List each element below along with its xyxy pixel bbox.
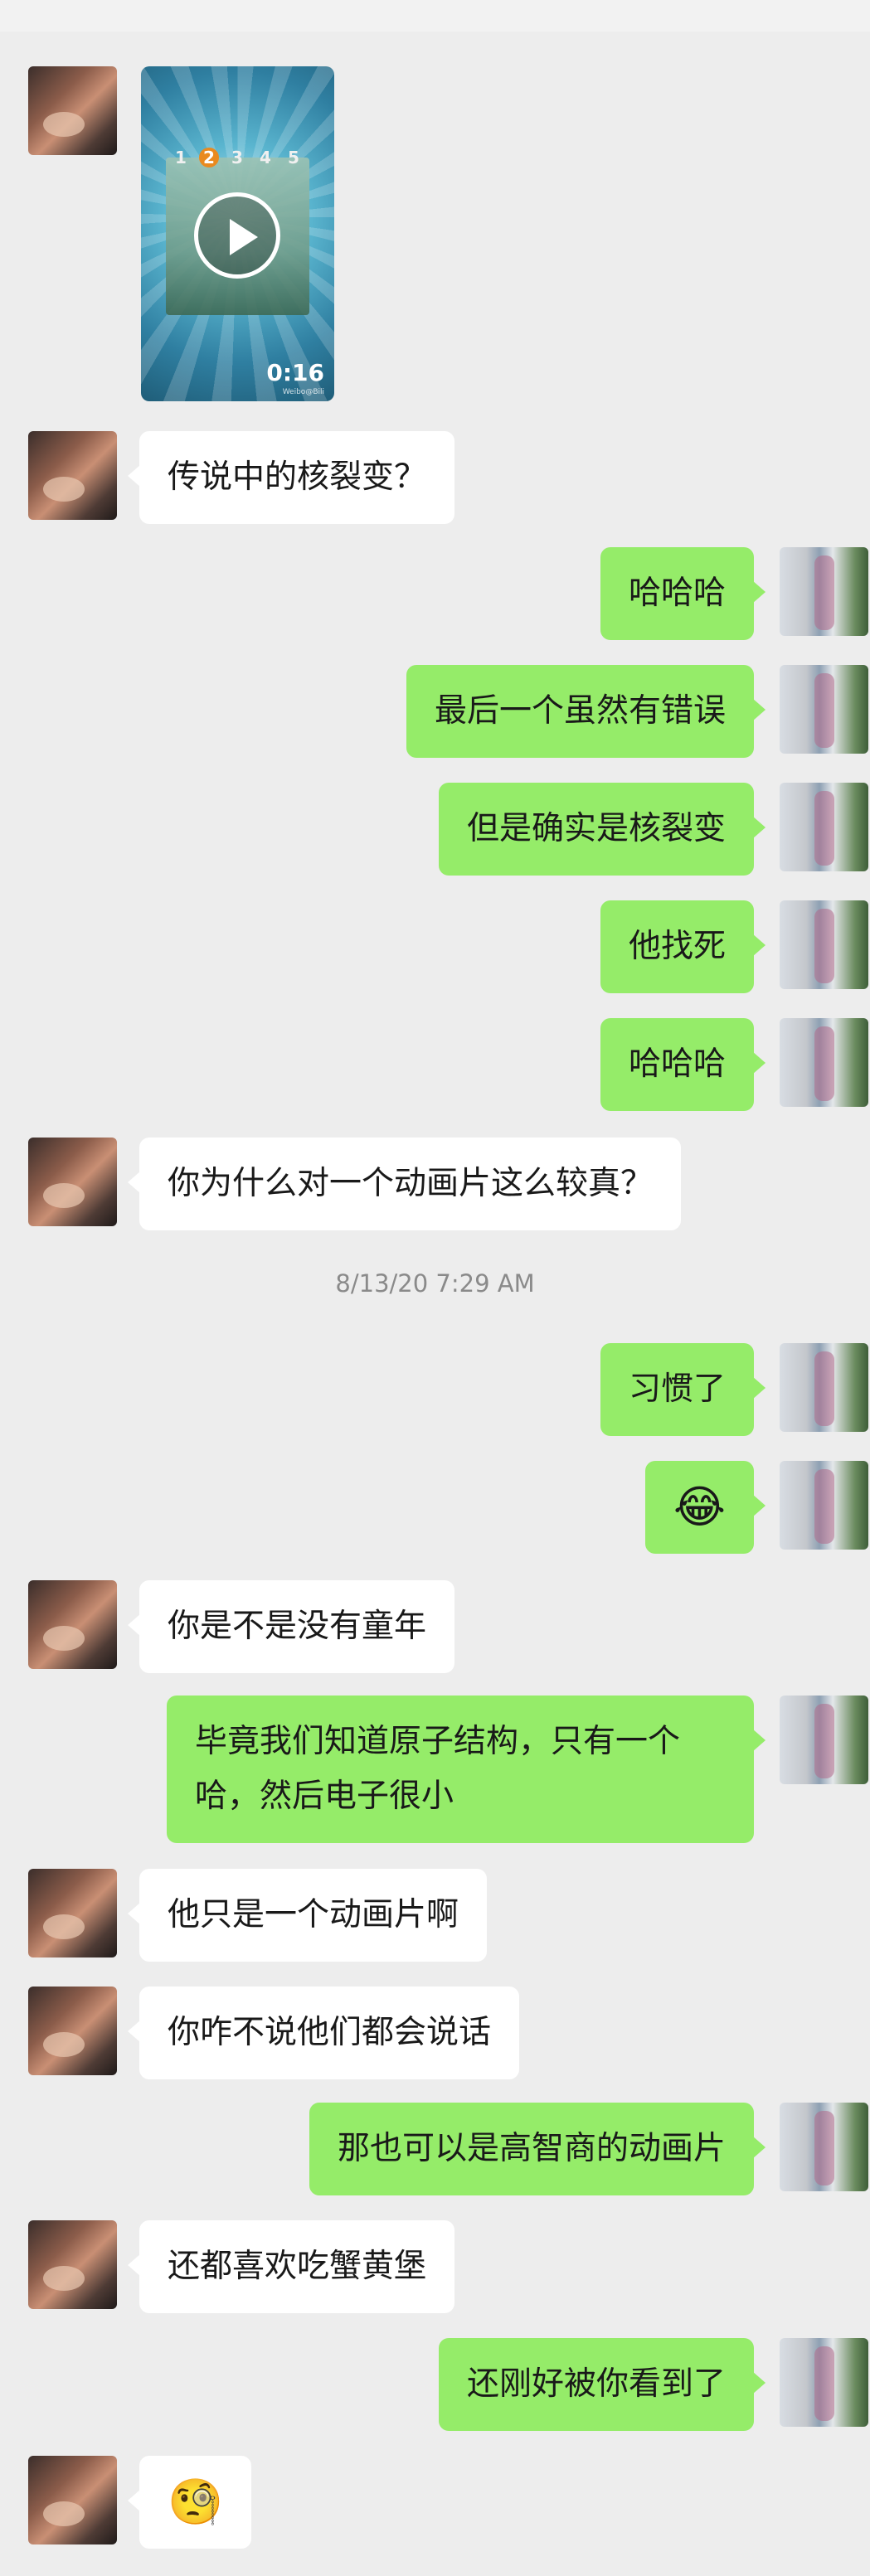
video-step: 1 [175, 148, 187, 167]
sent-message-bubble[interactable]: 最后一个虽然有错误 [406, 665, 766, 758]
contact-avatar[interactable] [28, 431, 117, 520]
received-message-bubble[interactable]: 还都喜欢吃蟹黄堡 [127, 2220, 455, 2313]
my-avatar[interactable] [780, 2103, 868, 2191]
sent-message-bubble[interactable]: 那也可以是高智商的动画片 [309, 2103, 766, 2195]
video-step: 3 [231, 148, 243, 167]
my-avatar[interactable] [780, 900, 868, 989]
sent-message-bubble[interactable]: 习惯了 [600, 1343, 766, 1436]
sent-message-bubble[interactable]: 哈哈哈 [600, 1018, 766, 1111]
my-avatar[interactable] [780, 665, 868, 754]
received-message-bubble[interactable]: 你咋不说他们都会说话 [127, 1987, 520, 2079]
contact-avatar[interactable] [28, 1580, 117, 1669]
contact-avatar[interactable] [28, 66, 117, 155]
message-timestamp: 8/13/20 7:29 AM [335, 1269, 535, 1298]
received-message-bubble[interactable]: 传说中的核裂变？ [127, 431, 455, 524]
my-avatar[interactable] [780, 1696, 868, 1784]
contact-avatar[interactable] [28, 1138, 117, 1226]
received-message-bubble[interactable]: 你为什么对一个动画片这么较真？ [127, 1138, 682, 1230]
sent-message-bubble[interactable]: 还刚好被你看到了 [438, 2338, 766, 2431]
my-avatar[interactable] [780, 1461, 868, 1550]
top-edge [0, 0, 870, 32]
contact-avatar[interactable] [28, 2456, 117, 2544]
contact-avatar[interactable] [28, 1869, 117, 1957]
sent-emoji-bubble[interactable]: 😂 [644, 1461, 766, 1554]
contact-avatar[interactable] [28, 2220, 117, 2309]
video-duration: 0:16 [266, 359, 324, 386]
my-avatar[interactable] [780, 1018, 868, 1107]
video-message[interactable]: 1 2 3 4 5 0:16 Weibo@Bili [141, 66, 334, 401]
video-step-indicator: 1 2 3 4 5 [171, 148, 304, 167]
video-watermark: Weibo@Bili [282, 388, 324, 396]
received-message-bubble[interactable]: 他只是一个动画片啊 [127, 1869, 488, 1962]
my-avatar[interactable] [780, 547, 868, 636]
contact-avatar[interactable] [28, 1987, 117, 2075]
sent-message-bubble[interactable]: 他找死 [600, 900, 766, 993]
sent-message-bubble[interactable]: 哈哈哈 [600, 547, 766, 640]
sent-message-bubble[interactable]: 但是确实是核裂变 [438, 783, 766, 876]
video-step-active: 2 [199, 148, 219, 167]
my-avatar[interactable] [780, 2338, 868, 2427]
play-icon[interactable] [194, 192, 280, 279]
my-avatar[interactable] [780, 783, 868, 871]
video-step: 5 [288, 148, 299, 167]
my-avatar[interactable] [780, 1343, 868, 1432]
received-emoji-bubble[interactable]: 🧐 [127, 2456, 252, 2549]
video-step: 4 [260, 148, 271, 167]
sent-message-bubble[interactable]: 毕竟我们知道原子结构，只有一个哈，然后电子很小 [167, 1696, 766, 1843]
received-message-bubble[interactable]: 你是不是没有童年 [127, 1580, 455, 1673]
